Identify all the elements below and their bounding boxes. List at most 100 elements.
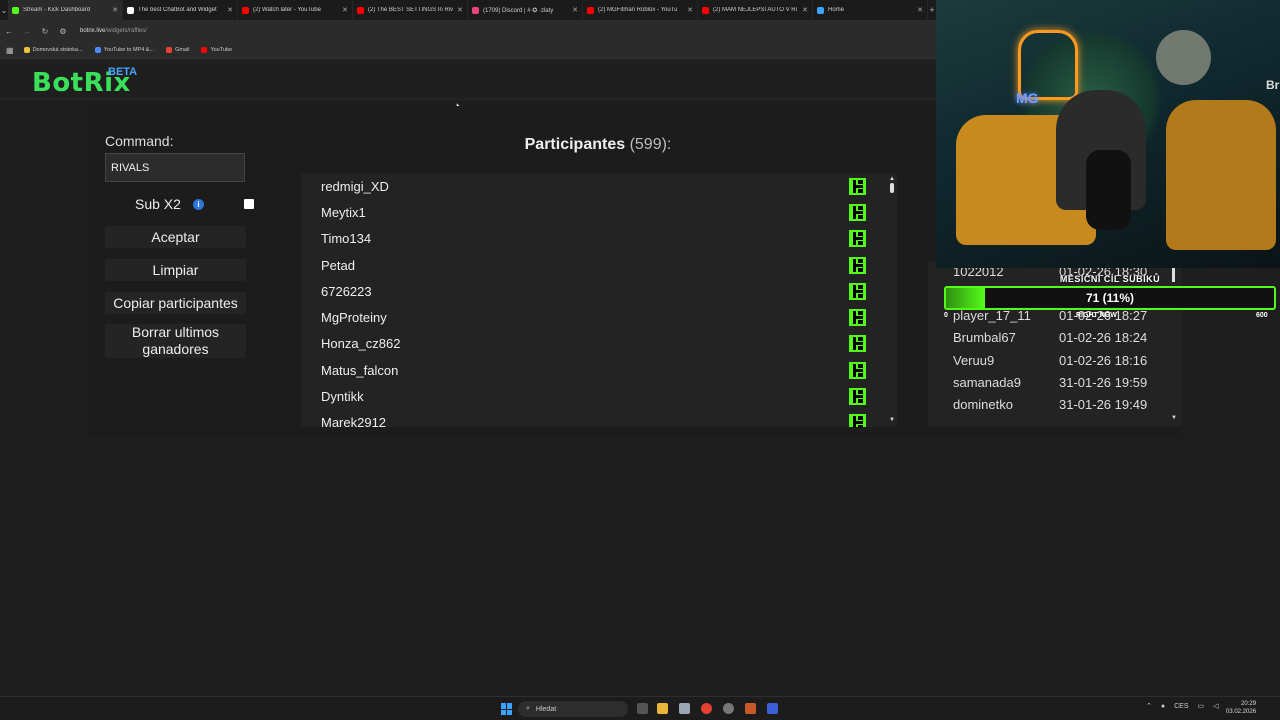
browser-tabbar: ⌄ Stream - Kick Dashboard ✕ The best ChatB… bbox=[0, 0, 936, 20]
browser-tab[interactable]: Home ✕ bbox=[813, 0, 928, 20]
close-tab-icon[interactable]: ✕ bbox=[572, 6, 578, 14]
participant-row: Dyntikk bbox=[301, 383, 897, 409]
goal-right-now: RIGHT NOW bbox=[1076, 312, 1117, 319]
system-tray: ⌃ ● CES ▭ ◁ bbox=[1146, 702, 1219, 711]
browser-tab[interactable]: (1709) Discord | # ✪ ·zlaty ✕ bbox=[468, 0, 583, 20]
participant-row: Marek2912 bbox=[301, 410, 897, 427]
scroll-down-icon[interactable]: ▼ bbox=[889, 417, 895, 423]
kick-icon bbox=[849, 388, 866, 406]
accept-button[interactable]: Aceptar bbox=[105, 226, 246, 248]
goal-title: MĚSÍČNÍ CÍL SUBÍKŮ bbox=[1059, 274, 1161, 284]
chrome-icon[interactable] bbox=[701, 703, 712, 714]
reload-icon[interactable]: ↻ bbox=[36, 27, 54, 36]
app-icon[interactable] bbox=[745, 703, 756, 714]
scroll-up-icon[interactable]: ▲ bbox=[889, 176, 895, 182]
participant-row: Petad bbox=[301, 252, 897, 278]
close-tab-icon[interactable]: ✕ bbox=[112, 6, 118, 14]
participant-name: Timo134 bbox=[321, 231, 372, 247]
participant-row: Meytix1 bbox=[301, 199, 897, 225]
back-icon[interactable]: ← bbox=[0, 27, 18, 36]
participants-title: Participantes bbox=[524, 136, 626, 153]
webcam-overlay: MG Br bbox=[936, 0, 1280, 268]
browser-tab[interactable]: (2) Watch later - YouTube ✕ bbox=[238, 0, 353, 20]
copy-participants-button[interactable]: Copiar participantes bbox=[105, 292, 246, 314]
browser-tab[interactable]: (2) MÁM NEJLEPŠÍ AUTO V Ri ✕ bbox=[698, 0, 813, 20]
discord-icon bbox=[472, 6, 479, 14]
task-view-icon[interactable] bbox=[637, 703, 648, 714]
participant-name: Petad bbox=[321, 257, 355, 273]
close-tab-icon[interactable]: ✕ bbox=[687, 6, 693, 14]
browser-tab[interactable]: The best ChatBot and Widget ✕ bbox=[123, 0, 238, 20]
obs-icon[interactable] bbox=[767, 703, 778, 714]
close-tab-icon[interactable]: ✕ bbox=[457, 6, 463, 14]
url-field[interactable]: botrix.live/widgets/raffles/ bbox=[80, 28, 147, 34]
participant-row: Matus_falcon bbox=[301, 357, 897, 383]
tab-title: The best ChatBot and Widget bbox=[138, 7, 217, 13]
youtube-icon bbox=[242, 6, 249, 14]
participants-list[interactable]: redmigi_XD Meytix1 Timo134 Petad 6726223 MgPr… bbox=[301, 173, 897, 427]
delete-winners-button[interactable]: Borrar ultimos ganadores bbox=[105, 324, 246, 358]
tab-list-menu-icon[interactable]: ⌄ bbox=[0, 6, 8, 15]
file-explorer-icon[interactable] bbox=[657, 703, 668, 714]
participants-count: (599): bbox=[629, 136, 672, 153]
participant-name: Honza_cz862 bbox=[321, 336, 401, 352]
winner-name: Veruu9 bbox=[953, 352, 995, 368]
info-icon[interactable]: i bbox=[192, 198, 204, 210]
apps-grid-icon[interactable]: ▦ bbox=[6, 46, 14, 55]
windows-start-icon[interactable] bbox=[501, 703, 513, 715]
participants-heading: Participantes (599): bbox=[300, 136, 896, 154]
tab-title: Home bbox=[828, 7, 845, 13]
language-indicator[interactable]: CES bbox=[1174, 703, 1188, 710]
bookmark-item[interactable]: Gmail bbox=[166, 47, 189, 53]
participant-row: MgProteiny bbox=[301, 304, 897, 330]
clock[interactable]: 20:29 03.02.2026 bbox=[1226, 700, 1256, 716]
clear-button[interactable]: Limpiar bbox=[105, 259, 246, 281]
winner-date: 01-02-26 18:24 bbox=[1059, 330, 1148, 346]
close-tab-icon[interactable]: ✕ bbox=[917, 6, 923, 14]
clock-date: 03.02.2026 bbox=[1226, 709, 1257, 715]
command-input[interactable]: RIVALS bbox=[105, 153, 245, 182]
sub-x2-checkbox[interactable] bbox=[244, 199, 254, 209]
bookmark-item[interactable]: YouTube bbox=[201, 47, 232, 53]
volume-icon[interactable]: ◁ bbox=[1213, 702, 1218, 710]
participant-name: redmigi_XD bbox=[321, 178, 389, 194]
tab-title: (2) MGFitman Roblox - YouTu bbox=[598, 7, 678, 13]
kick-icon bbox=[849, 361, 866, 379]
bookmarks-bar: ▦ Domovská stránka... YouTube to MP4 &...… bbox=[0, 42, 936, 59]
close-tab-icon[interactable]: ✕ bbox=[802, 6, 808, 14]
tray-chevron-icon[interactable]: ⌃ bbox=[1146, 702, 1152, 710]
kick-icon bbox=[849, 335, 866, 353]
winner-name: Brumbal67 bbox=[953, 330, 1016, 346]
participants-scrollbar[interactable]: ▲ ▼ bbox=[887, 173, 897, 427]
network-icon[interactable]: ▭ bbox=[1198, 702, 1205, 710]
site-header: BotRix BETA bbox=[0, 60, 936, 100]
winner-row: dominetko 31-01-26 19:49 bbox=[953, 394, 1173, 416]
taskbar-search-placeholder: Hledat bbox=[535, 705, 557, 713]
site-info-icon[interactable]: ⚙ bbox=[54, 27, 72, 36]
close-tab-icon[interactable]: ✕ bbox=[227, 6, 233, 14]
bookmark-item[interactable]: Domovská stránka... bbox=[23, 47, 83, 53]
forward-icon[interactable]: → bbox=[18, 27, 36, 36]
participant-name: Matus_falcon bbox=[321, 362, 399, 378]
search-icon: ⌕ bbox=[526, 705, 530, 712]
tab-title: (2) The BEST SETTINGS In Riv bbox=[368, 7, 454, 13]
store-icon[interactable] bbox=[679, 703, 690, 714]
winner-date: 31-01-26 19:59 bbox=[1059, 375, 1148, 390]
bookmark-icon bbox=[94, 47, 101, 53]
bookmark-icon bbox=[23, 47, 30, 53]
winner-name: samanada9 bbox=[953, 375, 1021, 390]
kick-icon bbox=[12, 6, 19, 14]
microphone-tray-icon[interactable]: ● bbox=[1161, 703, 1165, 710]
taskbar-search[interactable]: ⌕ Hledat bbox=[518, 701, 628, 717]
settings-icon[interactable] bbox=[723, 703, 734, 714]
browser-tab[interactable]: (2) MGFitman Roblox - YouTu ✕ bbox=[583, 0, 698, 20]
browser-tab[interactable]: (2) The BEST SETTINGS In Riv ✕ bbox=[353, 0, 468, 20]
winners-scroll-down-icon[interactable]: ▼ bbox=[1171, 415, 1177, 421]
windows-taskbar: ⌕ Hledat ⌃ ● CES ▭ ◁ 20:29 03.02.2026 bbox=[0, 696, 1280, 720]
new-tab-button[interactable]: + bbox=[928, 5, 936, 15]
scroll-thumb[interactable] bbox=[890, 183, 894, 193]
close-tab-icon[interactable]: ✕ bbox=[342, 6, 348, 14]
browser-tab[interactable]: Stream - Kick Dashboard ✕ bbox=[8, 0, 123, 20]
clock-time: 20:29 bbox=[1241, 701, 1257, 707]
bookmark-item[interactable]: YouTube to MP4 &... bbox=[94, 47, 154, 53]
